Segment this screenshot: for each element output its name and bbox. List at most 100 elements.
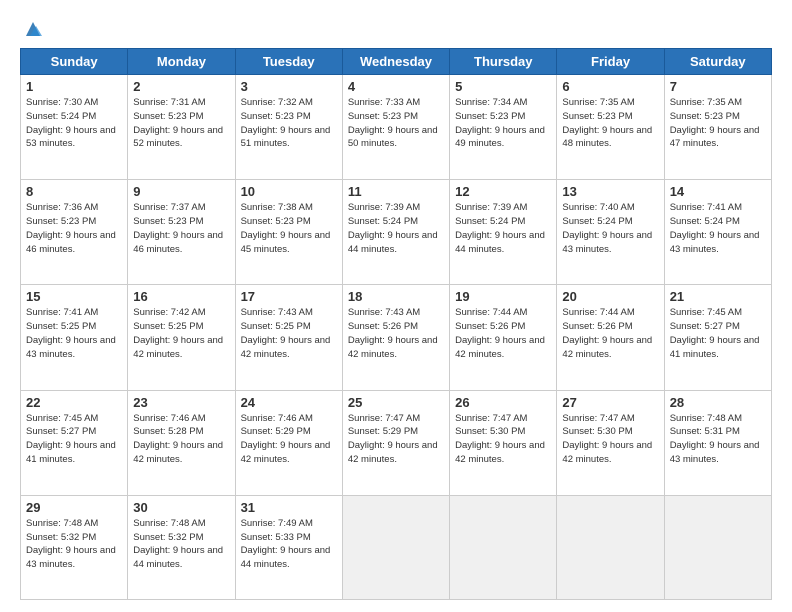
table-row: 15 Sunrise: 7:41 AM Sunset: 5:25 PM Dayli… xyxy=(21,285,128,390)
table-row: 24 Sunrise: 7:46 AM Sunset: 5:29 PM Dayli… xyxy=(235,390,342,495)
day-number: 16 xyxy=(133,289,229,304)
cell-info: Sunrise: 7:40 AM Sunset: 5:24 PM Dayligh… xyxy=(562,201,658,256)
header-wednesday: Wednesday xyxy=(342,49,449,75)
cell-info: Sunrise: 7:48 AM Sunset: 5:31 PM Dayligh… xyxy=(670,412,766,467)
cell-info: Sunrise: 7:45 AM Sunset: 5:27 PM Dayligh… xyxy=(670,306,766,361)
table-row xyxy=(342,495,449,599)
table-row: 8 Sunrise: 7:36 AM Sunset: 5:23 PM Daylig… xyxy=(21,180,128,285)
table-row xyxy=(664,495,771,599)
logo-icon xyxy=(22,18,44,40)
cell-info: Sunrise: 7:44 AM Sunset: 5:26 PM Dayligh… xyxy=(455,306,551,361)
cell-info: Sunrise: 7:33 AM Sunset: 5:23 PM Dayligh… xyxy=(348,96,444,151)
day-number: 29 xyxy=(26,500,122,515)
cell-info: Sunrise: 7:47 AM Sunset: 5:29 PM Dayligh… xyxy=(348,412,444,467)
day-number: 20 xyxy=(562,289,658,304)
cell-info: Sunrise: 7:44 AM Sunset: 5:26 PM Dayligh… xyxy=(562,306,658,361)
table-row: 12 Sunrise: 7:39 AM Sunset: 5:24 PM Dayli… xyxy=(450,180,557,285)
header-tuesday: Tuesday xyxy=(235,49,342,75)
table-row: 13Sunrise: 7:40 AM Sunset: 5:24 PM Dayli… xyxy=(557,180,664,285)
day-number: 6 xyxy=(562,79,658,94)
table-row: 20 Sunrise: 7:44 AM Sunset: 5:26 PM Dayli… xyxy=(557,285,664,390)
table-row: 6 Sunrise: 7:35 AM Sunset: 5:23 PM Daylig… xyxy=(557,75,664,180)
cell-info: Sunrise: 7:41 AM Sunset: 5:25 PM Dayligh… xyxy=(26,306,122,361)
cell-info: Sunrise: 7:46 AM Sunset: 5:28 PM Dayligh… xyxy=(133,412,229,467)
cell-info: Sunrise: 7:39 AM Sunset: 5:24 PM Dayligh… xyxy=(348,201,444,256)
header-monday: Monday xyxy=(128,49,235,75)
table-row: 4 Sunrise: 7:33 AM Sunset: 5:23 PM Daylig… xyxy=(342,75,449,180)
table-row: 25 Sunrise: 7:47 AM Sunset: 5:29 PM Dayli… xyxy=(342,390,449,495)
table-row: 30Sunrise: 7:48 AM Sunset: 5:32 PM Dayli… xyxy=(128,495,235,599)
day-number: 2 xyxy=(133,79,229,94)
day-number: 4 xyxy=(348,79,444,94)
table-row: 10 Sunrise: 7:38 AM Sunset: 5:23 PM Dayli… xyxy=(235,180,342,285)
day-number: 27 xyxy=(562,395,658,410)
calendar-week-row: 22 Sunrise: 7:45 AM Sunset: 5:27 PM Dayli… xyxy=(21,390,772,495)
day-number: 25 xyxy=(348,395,444,410)
cell-info: Sunrise: 7:48 AM Sunset: 5:32 PM Dayligh… xyxy=(133,517,229,572)
day-number: 5 xyxy=(455,79,551,94)
day-number: 10 xyxy=(241,184,337,199)
day-number: 14 xyxy=(670,184,766,199)
calendar-week-row: 15 Sunrise: 7:41 AM Sunset: 5:25 PM Dayli… xyxy=(21,285,772,390)
table-row: 14Sunrise: 7:41 AM Sunset: 5:24 PM Dayli… xyxy=(664,180,771,285)
cell-info: Sunrise: 7:43 AM Sunset: 5:26 PM Dayligh… xyxy=(348,306,444,361)
day-number: 24 xyxy=(241,395,337,410)
table-row: 3 Sunrise: 7:32 AM Sunset: 5:23 PM Daylig… xyxy=(235,75,342,180)
day-number: 31 xyxy=(241,500,337,515)
calendar-table: Sunday Monday Tuesday Wednesday Thursday… xyxy=(20,48,772,600)
cell-info: Sunrise: 7:43 AM Sunset: 5:25 PM Dayligh… xyxy=(241,306,337,361)
cell-info: Sunrise: 7:48 AM Sunset: 5:32 PM Dayligh… xyxy=(26,517,122,572)
table-row: 9Sunrise: 7:37 AM Sunset: 5:23 PM Daylig… xyxy=(128,180,235,285)
day-number: 19 xyxy=(455,289,551,304)
cell-info: Sunrise: 7:46 AM Sunset: 5:29 PM Dayligh… xyxy=(241,412,337,467)
day-number: 7 xyxy=(670,79,766,94)
calendar-week-row: 1Sunrise: 7:30 AM Sunset: 5:24 PM Daylig… xyxy=(21,75,772,180)
calendar-week-row: 29 Sunrise: 7:48 AM Sunset: 5:32 PM Dayli… xyxy=(21,495,772,599)
day-number: 18 xyxy=(348,289,444,304)
day-number: 11 xyxy=(348,184,444,199)
cell-info: Sunrise: 7:47 AM Sunset: 5:30 PM Dayligh… xyxy=(455,412,551,467)
table-row: 19 Sunrise: 7:44 AM Sunset: 5:26 PM Dayli… xyxy=(450,285,557,390)
header-saturday: Saturday xyxy=(664,49,771,75)
header-thursday: Thursday xyxy=(450,49,557,75)
table-row: 26 Sunrise: 7:47 AM Sunset: 5:30 PM Dayli… xyxy=(450,390,557,495)
day-number: 12 xyxy=(455,184,551,199)
header xyxy=(20,18,772,40)
day-number: 22 xyxy=(26,395,122,410)
table-row: 23 Sunrise: 7:46 AM Sunset: 5:28 PM Dayli… xyxy=(128,390,235,495)
calendar-week-row: 8 Sunrise: 7:36 AM Sunset: 5:23 PM Daylig… xyxy=(21,180,772,285)
table-row: 2 Sunrise: 7:31 AM Sunset: 5:23 PM Daylig… xyxy=(128,75,235,180)
header-sunday: Sunday xyxy=(21,49,128,75)
table-row xyxy=(557,495,664,599)
logo xyxy=(20,18,44,40)
cell-info: Sunrise: 7:38 AM Sunset: 5:23 PM Dayligh… xyxy=(241,201,337,256)
cell-info: Sunrise: 7:47 AM Sunset: 5:30 PM Dayligh… xyxy=(562,412,658,467)
cell-info: Sunrise: 7:35 AM Sunset: 5:23 PM Dayligh… xyxy=(670,96,766,151)
day-number: 26 xyxy=(455,395,551,410)
cell-info: Sunrise: 7:30 AM Sunset: 5:24 PM Dayligh… xyxy=(26,96,122,151)
cell-info: Sunrise: 7:49 AM Sunset: 5:33 PM Dayligh… xyxy=(241,517,337,572)
day-number: 15 xyxy=(26,289,122,304)
day-number: 21 xyxy=(670,289,766,304)
table-row: 28 Sunrise: 7:48 AM Sunset: 5:31 PM Dayli… xyxy=(664,390,771,495)
cell-info: Sunrise: 7:35 AM Sunset: 5:23 PM Dayligh… xyxy=(562,96,658,151)
cell-info: Sunrise: 7:39 AM Sunset: 5:24 PM Dayligh… xyxy=(455,201,551,256)
table-row: 22 Sunrise: 7:45 AM Sunset: 5:27 PM Dayli… xyxy=(21,390,128,495)
cell-info: Sunrise: 7:36 AM Sunset: 5:23 PM Dayligh… xyxy=(26,201,122,256)
day-number: 28 xyxy=(670,395,766,410)
cell-info: Sunrise: 7:42 AM Sunset: 5:25 PM Dayligh… xyxy=(133,306,229,361)
day-number: 3 xyxy=(241,79,337,94)
cell-info: Sunrise: 7:37 AM Sunset: 5:23 PM Dayligh… xyxy=(133,201,229,256)
weekday-header-row: Sunday Monday Tuesday Wednesday Thursday… xyxy=(21,49,772,75)
day-number: 23 xyxy=(133,395,229,410)
table-row: 27 Sunrise: 7:47 AM Sunset: 5:30 PM Dayli… xyxy=(557,390,664,495)
table-row: 5Sunrise: 7:34 AM Sunset: 5:23 PM Daylig… xyxy=(450,75,557,180)
table-row: 21 Sunrise: 7:45 AM Sunset: 5:27 PM Dayli… xyxy=(664,285,771,390)
cell-info: Sunrise: 7:45 AM Sunset: 5:27 PM Dayligh… xyxy=(26,412,122,467)
cell-info: Sunrise: 7:31 AM Sunset: 5:23 PM Dayligh… xyxy=(133,96,229,151)
cell-info: Sunrise: 7:32 AM Sunset: 5:23 PM Dayligh… xyxy=(241,96,337,151)
table-row: 11 Sunrise: 7:39 AM Sunset: 5:24 PM Dayli… xyxy=(342,180,449,285)
table-row: 16 Sunrise: 7:42 AM Sunset: 5:25 PM Dayli… xyxy=(128,285,235,390)
day-number: 8 xyxy=(26,184,122,199)
table-row: 7 Sunrise: 7:35 AM Sunset: 5:23 PM Daylig… xyxy=(664,75,771,180)
